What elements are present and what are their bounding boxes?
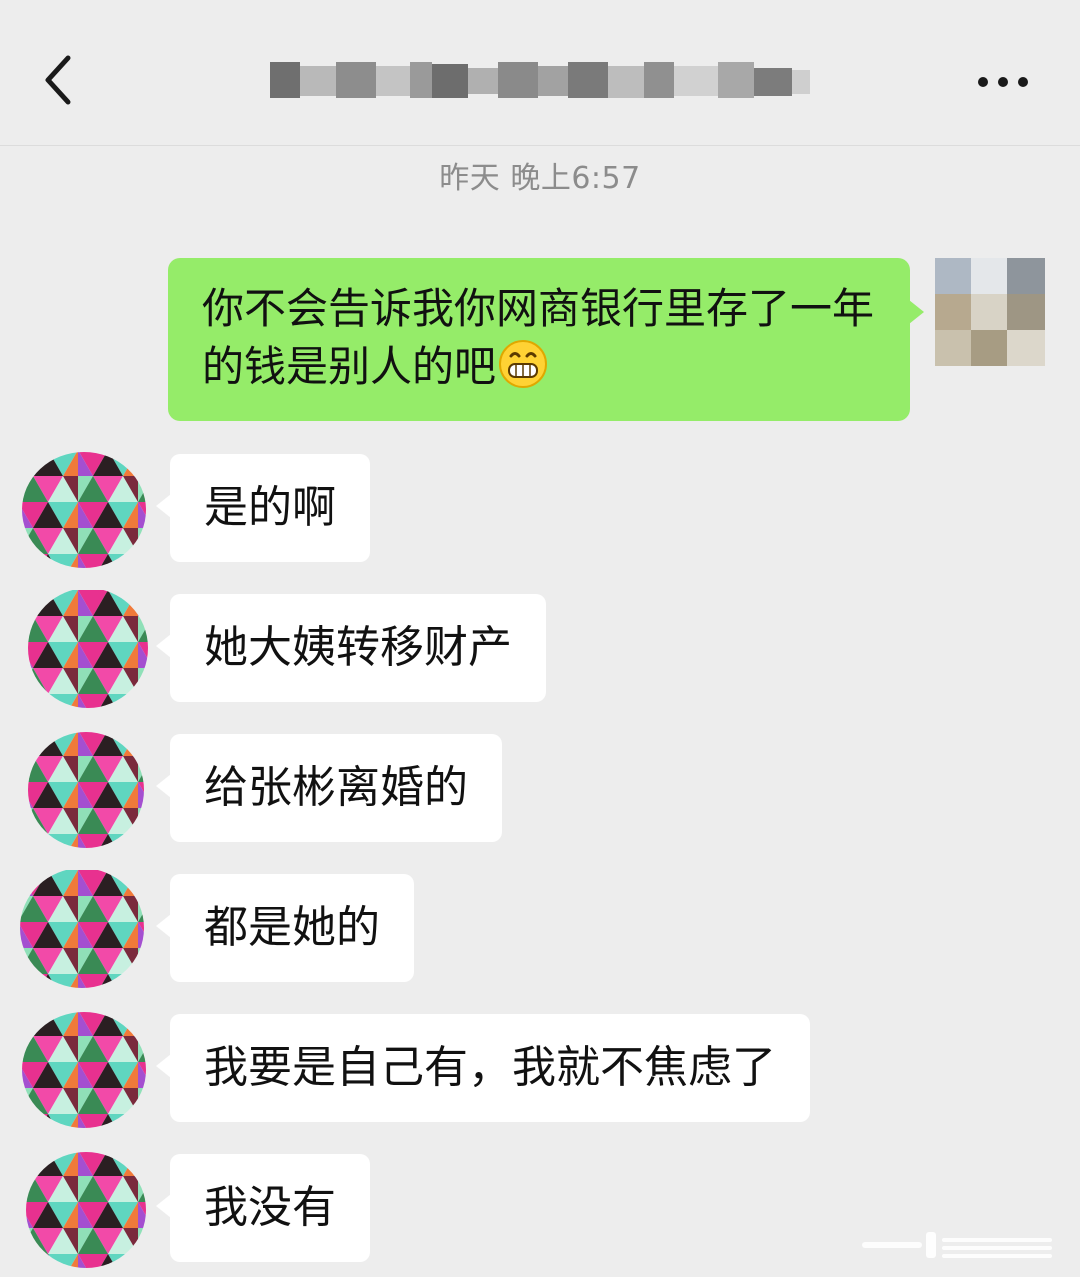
incoming-message: 给张彬离婚的 <box>0 732 1080 848</box>
incoming-message: 她大姨转移财产 <box>0 590 1080 708</box>
chat-header <box>0 0 1080 146</box>
incoming-message-text: 我没有 <box>204 1182 336 1233</box>
incoming-message-bubble[interactable]: 我没有 <box>156 1154 370 1262</box>
incoming-message: 是的啊 <box>0 452 1080 568</box>
chevron-left-icon <box>45 55 71 105</box>
contact-avatar[interactable] <box>18 1010 153 1132</box>
incoming-message: 都是她的 <box>0 870 1080 988</box>
incoming-message-text: 我要是自己有，我就不焦虑了 <box>204 1042 776 1093</box>
incoming-message-text: 都是她的 <box>204 902 380 953</box>
incoming-message-text: 她大姨转移财产 <box>204 622 512 673</box>
outgoing-message-bubble[interactable]: 你不会告诉我你网商银行里存了一年的钱是别人的吧 <box>168 258 924 421</box>
contact-avatar[interactable] <box>18 870 153 992</box>
contact-avatar[interactable] <box>18 1150 153 1272</box>
incoming-message-bubble[interactable]: 我要是自己有，我就不焦虑了 <box>156 1014 810 1122</box>
incoming-message-bubble[interactable]: 都是她的 <box>156 874 414 982</box>
incoming-message-text: 是的啊 <box>204 482 336 533</box>
grinning-face-icon <box>499 340 548 388</box>
message-timestamp: 昨天 晚上6:57 <box>439 161 641 196</box>
back-button[interactable] <box>36 50 86 110</box>
incoming-message-bubble[interactable]: 给张彬离婚的 <box>156 734 502 842</box>
more-horizontal-icon <box>978 77 1028 87</box>
incoming-message-bubble[interactable]: 是的啊 <box>156 454 370 562</box>
incoming-message-bubble[interactable]: 她大姨转移财产 <box>156 594 546 702</box>
watermark-logo <box>862 1232 1052 1258</box>
self-avatar[interactable] <box>935 258 1045 366</box>
contact-avatar[interactable] <box>18 590 153 712</box>
more-button[interactable] <box>968 60 1038 104</box>
contact-avatar[interactable] <box>18 450 153 572</box>
incoming-message: 我要是自己有，我就不焦虑了 <box>0 1012 1080 1128</box>
chat-title <box>270 58 810 102</box>
incoming-message-text: 给张彬离婚的 <box>204 762 468 813</box>
contact-avatar[interactable] <box>18 730 153 852</box>
